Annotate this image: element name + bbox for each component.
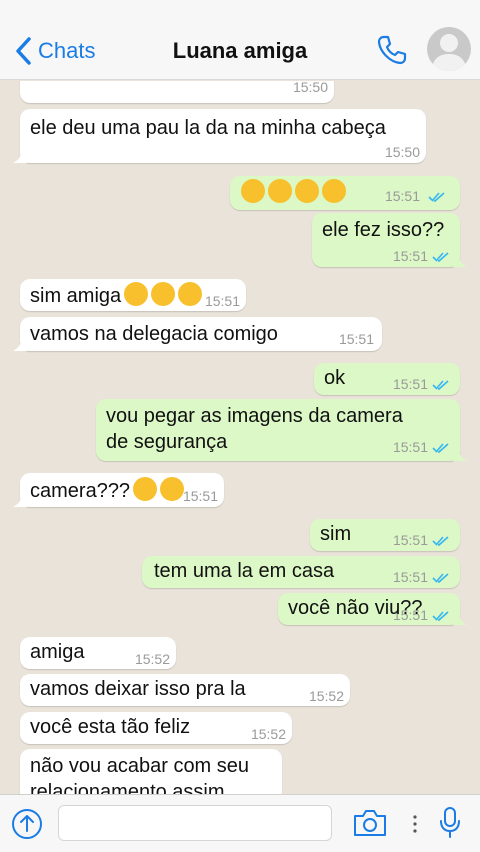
read-ticks-icon xyxy=(432,443,449,453)
message-bubble-incoming[interactable]: você esta tão feliz 15:52 xyxy=(20,712,292,744)
screaming-face-emoji xyxy=(268,179,292,203)
message-time: 15:52 xyxy=(308,688,344,704)
message-time: 15:51 xyxy=(392,248,428,264)
message-time: 15:51 xyxy=(384,188,420,204)
screaming-face-emoji xyxy=(322,179,346,203)
message-text: você esta tão feliz xyxy=(30,716,191,738)
message-text: sim xyxy=(320,523,352,545)
person-silhouette-icon xyxy=(431,34,467,71)
bubble-tail xyxy=(13,493,27,507)
message-list[interactable]: 15:50 ele deu uma pau la da na minha cab… xyxy=(0,81,480,794)
phone-call-icon[interactable] xyxy=(376,34,408,66)
message-text: camera??? xyxy=(30,477,185,504)
composer-bar xyxy=(0,794,480,852)
screaming-face-emoji xyxy=(295,179,319,203)
message-time: 15:50 xyxy=(292,81,328,95)
message-bubble-incoming[interactable]: sim amiga 15:51 xyxy=(20,279,246,311)
message-bubble-outgoing[interactable]: 15:51 você não viu?? xyxy=(278,593,467,625)
microphone-icon[interactable] xyxy=(438,806,462,840)
read-ticks-icon xyxy=(432,380,449,390)
message-text-line-2: relacionamento assim xyxy=(30,781,225,794)
upload-arrow-icon[interactable] xyxy=(11,808,43,840)
chat-header: Chats Luana amiga xyxy=(0,0,480,80)
crying-face-emoji xyxy=(151,282,176,306)
screaming-face-emoji xyxy=(241,179,265,203)
read-ticks-icon xyxy=(432,252,449,262)
message-time: 15:51 xyxy=(392,569,428,585)
message-input[interactable] xyxy=(58,805,332,841)
message-text: você não viu?? xyxy=(288,597,423,619)
message-text-line-1: não vou acabar com seu xyxy=(30,755,250,777)
back-label: Chats xyxy=(38,38,96,63)
message-time: 15:52 xyxy=(250,726,286,742)
message-text-line-1: vou pegar as imagens da camera xyxy=(106,405,403,427)
message-bubble-incoming[interactable]: 15:50 xyxy=(20,81,334,103)
read-ticks-icon xyxy=(432,611,449,621)
crying-face-emoji xyxy=(124,282,149,306)
message-bubble-incoming[interactable]: vamos deixar isso pra la 15:52 xyxy=(20,674,350,706)
message-emoji-text xyxy=(238,179,346,206)
message-bubble-outgoing[interactable]: ele fez isso?? 15:51 xyxy=(312,213,467,267)
read-ticks-icon xyxy=(432,536,449,546)
camera-icon[interactable] xyxy=(352,808,388,838)
message-bubble-incoming[interactable]: camera??? 15:51 xyxy=(13,473,224,507)
message-bubble-outgoing[interactable]: ok 15:51 xyxy=(314,363,460,395)
read-ticks-icon xyxy=(432,573,449,583)
message-time: 15:51 xyxy=(204,293,240,309)
message-text: vamos na delegacia comigo xyxy=(30,323,278,345)
message-bubble-incoming[interactable]: não vou acabar com seu relacionamento as… xyxy=(20,749,282,794)
message-bubble-outgoing[interactable]: tem uma la em casa 15:51 xyxy=(142,556,460,588)
message-time: 15:50 xyxy=(384,144,420,160)
message-text: ele fez isso?? xyxy=(322,219,445,241)
message-bubble-incoming[interactable]: vamos na delegacia comigo 15:51 xyxy=(13,317,382,351)
bubble-tail xyxy=(453,253,467,267)
message-text: vamos deixar isso pra la xyxy=(30,678,246,700)
message-text: ok xyxy=(324,367,346,389)
message-bubble-outgoing[interactable]: vou pegar as imagens da camera de segura… xyxy=(96,399,467,461)
flushed-face-emoji xyxy=(133,477,158,501)
message-text: ele deu uma pau la da na minha cabeça xyxy=(30,117,386,139)
crying-face-emoji xyxy=(178,282,203,306)
message-time: 15:51 xyxy=(392,376,428,392)
message-time: 15:51 xyxy=(392,532,428,548)
bubble-tail xyxy=(13,337,27,351)
message-text: tem uma la em casa xyxy=(154,560,335,582)
message-text-words: sim amiga xyxy=(30,285,122,307)
back-button[interactable]: Chats xyxy=(14,34,95,68)
bubble-tail xyxy=(453,611,467,625)
more-dots-icon[interactable] xyxy=(412,814,418,834)
message-text-words: camera??? xyxy=(30,480,131,502)
message-time: 15:51 xyxy=(392,439,428,455)
message-time: 15:51 xyxy=(182,488,218,504)
message-time: 15:51 xyxy=(338,331,374,347)
bubble-tail xyxy=(13,149,27,163)
read-ticks-icon xyxy=(428,192,445,202)
message-bubble-incoming[interactable]: ele deu uma pau la da na minha cabeça 15… xyxy=(13,109,426,163)
message-text-line-2: de segurança xyxy=(106,431,228,453)
message-bubble-outgoing[interactable]: sim 15:51 xyxy=(310,519,460,551)
flushed-face-emoji xyxy=(160,477,185,501)
contact-avatar[interactable] xyxy=(427,27,471,71)
message-time: 15:52 xyxy=(134,651,170,667)
chevron-left-icon xyxy=(16,37,31,65)
message-text: amiga xyxy=(30,641,85,663)
message-bubble-incoming[interactable]: amiga 15:52 xyxy=(20,637,176,669)
bubble-tail xyxy=(453,447,467,461)
message-bubble-outgoing[interactable]: 15:51 xyxy=(230,176,460,210)
message-text: sim amiga xyxy=(30,282,203,309)
